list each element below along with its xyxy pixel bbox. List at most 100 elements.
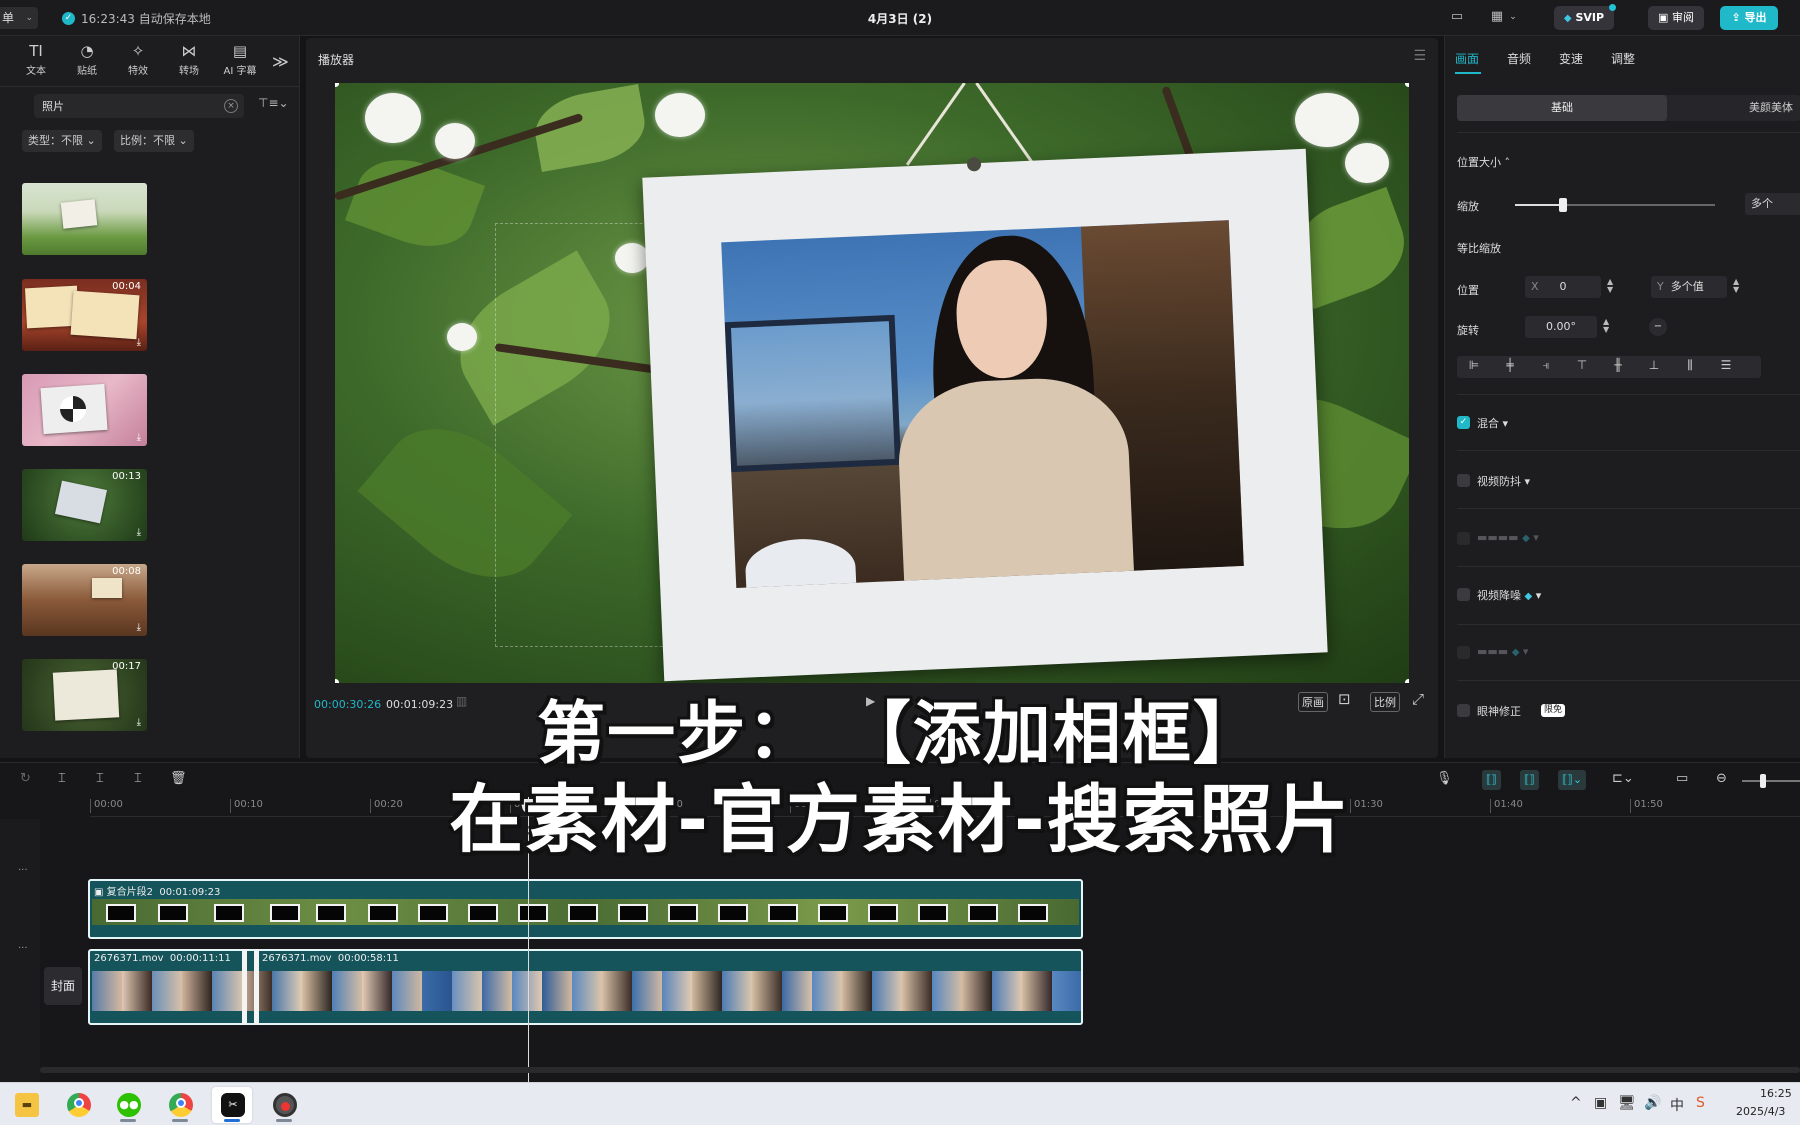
filter-sort-icon[interactable]: ⊤≡⌄ — [258, 96, 289, 110]
clock-date[interactable]: 2025/4/3 — [1736, 1105, 1785, 1118]
slider-handle[interactable] — [1559, 198, 1567, 212]
align-right-icon[interactable]: ⫣ — [1535, 358, 1557, 373]
resize-handle[interactable] — [335, 83, 339, 87]
rotate-dial-icon[interactable]: − — [1649, 318, 1667, 336]
original-quality-button[interactable]: 原画 — [1298, 692, 1328, 712]
trim-right-icon[interactable]: ⌶ — [134, 771, 142, 786]
rotate-value-field[interactable]: 0.00° — [1525, 316, 1597, 338]
video-preview[interactable] — [335, 83, 1409, 683]
microphone-icon[interactable]: 🎙 — [1436, 771, 1453, 786]
stepper-icon[interactable]: ▲ ▼ — [1607, 278, 1613, 294]
zoom-slider-handle[interactable] — [1760, 774, 1766, 788]
menu-icon[interactable]: ☰ — [1413, 48, 1426, 64]
stepper-icon[interactable]: ▲ ▼ — [1603, 318, 1609, 334]
thumbnail-icon[interactable]: ▭ — [1676, 771, 1688, 786]
stabilize-checkbox[interactable] — [1457, 474, 1470, 487]
scale-value-field[interactable]: 多个 — [1745, 193, 1800, 215]
play-icon[interactable]: ▶ — [866, 694, 875, 708]
photo-frame-overlay[interactable] — [642, 148, 1328, 682]
clear-icon[interactable]: × — [224, 99, 238, 113]
denoise-checkbox[interactable] — [1457, 588, 1470, 601]
align-top-icon[interactable]: ⊤ — [1571, 358, 1593, 372]
compound-clip[interactable]: ▣ 复合片段2 00:01:09:23 — [88, 879, 1083, 939]
main-menu-button[interactable]: 单 ⌄ — [0, 7, 38, 29]
screenshot-icon[interactable]: ⊡ — [1338, 690, 1351, 708]
align-center-v-icon[interactable]: ╫ — [1607, 358, 1629, 372]
align-center-h-icon[interactable]: ╪ — [1499, 358, 1521, 372]
type-filter-dropdown[interactable]: 类型：不限 ⌄ — [22, 130, 102, 152]
asset-thumbnail[interactable]: 00:04 ⤓ — [22, 279, 147, 351]
download-icon[interactable]: ⤓ — [137, 717, 141, 728]
svip-button[interactable]: ◆ SVIP — [1554, 4, 1616, 30]
playhead-handle[interactable] — [522, 799, 535, 813]
video-clip-track[interactable]: 2676371.mov 00:00:11:11 2676371.mov 00:0… — [88, 949, 1083, 1025]
wechat-button[interactable]: ●● — [108, 1087, 148, 1123]
auto-snap-icon[interactable]: ⟦⟧ — [1520, 770, 1539, 790]
volume-icon[interactable]: 🔊 — [1644, 1095, 1661, 1111]
resize-handle[interactable] — [1405, 679, 1409, 683]
layout-icon[interactable]: ▦ — [1488, 9, 1506, 25]
file-explorer-button[interactable]: ▬ — [6, 1087, 46, 1123]
horizontal-scrollbar[interactable] — [40, 1067, 1800, 1073]
download-icon[interactable]: ⤓ — [137, 527, 141, 538]
zoom-out-icon[interactable]: ⊖ — [1716, 771, 1727, 786]
stepper-icon[interactable]: ▲ ▼ — [1733, 278, 1739, 294]
download-icon[interactable]: ⤓ — [137, 432, 141, 443]
zoom-slider[interactable] — [1742, 780, 1800, 782]
resize-handle[interactable] — [335, 679, 339, 683]
fullscreen-icon[interactable]: ⤢ — [1412, 690, 1424, 708]
blend-section[interactable]: 混合 ▾ — [1477, 415, 1508, 431]
distribute-v-icon[interactable]: ☰ — [1715, 358, 1737, 372]
sub-tab-basic[interactable]: 基础 — [1457, 95, 1667, 121]
stabilize-section[interactable]: 视频防抖 ▾ — [1477, 473, 1530, 489]
search-input[interactable] — [42, 94, 222, 118]
ime-indicator[interactable]: 中 — [1670, 1095, 1684, 1115]
chevron-up-icon[interactable]: ^ — [1570, 1095, 1582, 1111]
tab-video[interactable]: 画面 — [1455, 50, 1479, 67]
track-options-icon[interactable]: ··· — [18, 865, 28, 876]
distribute-h-icon[interactable]: ⫼ — [1679, 358, 1701, 373]
position-x-field[interactable]: X 0 — [1525, 276, 1601, 298]
main-track-magnet-icon[interactable]: ⟦⟧ — [1482, 770, 1501, 790]
tab-adjust[interactable]: 调整 — [1611, 50, 1635, 67]
sogou-input-icon[interactable]: S — [1696, 1095, 1705, 1111]
scale-slider[interactable] — [1515, 198, 1715, 212]
asset-thumbnail[interactable]: ⤓ — [22, 374, 147, 446]
blend-checkbox[interactable]: ✓ — [1457, 416, 1470, 429]
aspect-ratio-button[interactable]: 比例 — [1370, 692, 1400, 712]
cover-button[interactable]: 封面 — [44, 967, 82, 1005]
denoise-section[interactable]: 视频降噪 ◆ ▾ — [1477, 587, 1541, 603]
export-button[interactable]: ⇪ 导出 — [1720, 6, 1778, 30]
align-bottom-icon[interactable]: ⊥ — [1643, 358, 1665, 372]
tab-transition[interactable]: ⋈ 转场 — [167, 40, 211, 84]
review-button[interactable]: ▣ 审阅 — [1648, 6, 1704, 30]
tab-audio[interactable]: 音频 — [1507, 50, 1531, 67]
asset-thumbnail[interactable]: 00:13 ⤓ — [22, 469, 147, 541]
download-icon[interactable]: ⤓ — [137, 337, 141, 348]
position-y-field[interactable]: Y 多个值 — [1651, 276, 1727, 298]
link-icon[interactable]: ⟦⟧⌄ — [1558, 770, 1587, 790]
tab-effects[interactable]: ✧ 特效 — [116, 40, 160, 84]
split-icon[interactable]: ⌶ — [58, 771, 66, 786]
redo-icon[interactable]: ↻ — [20, 771, 31, 786]
sub-tab-beauty[interactable]: 美颜美体 — [1749, 95, 1793, 121]
chrome-button-2[interactable] — [160, 1087, 200, 1123]
trim-left-icon[interactable]: ⌶ — [96, 771, 104, 786]
tab-speed[interactable]: 变速 — [1559, 50, 1583, 67]
asset-thumbnail[interactable] — [22, 183, 147, 255]
ratio-filter-dropdown[interactable]: 比例：不限 ⌄ — [114, 130, 194, 152]
resize-handle[interactable] — [1405, 83, 1409, 87]
waveform-icon[interactable]: ▥ — [456, 694, 467, 708]
download-icon[interactable]: ⤓ — [137, 622, 141, 633]
eye-correction-label[interactable]: 眼神修正 — [1477, 703, 1521, 719]
position-size-section[interactable]: 位置大小 ˄ — [1457, 154, 1510, 170]
tab-sticker[interactable]: ◔ 贴纸 — [65, 40, 109, 84]
shortcut-icon[interactable]: ▭ — [1448, 9, 1466, 25]
network-icon[interactable]: 🖥 — [1618, 1095, 1636, 1111]
layout-chevron-icon[interactable]: ⌄ — [1508, 9, 1518, 25]
capcut-button[interactable]: ✂ — [212, 1087, 252, 1123]
screen-tool-icon[interactable]: ▣ — [1594, 1095, 1607, 1111]
delete-icon[interactable]: 🗑 — [170, 771, 187, 786]
eye-correction-checkbox[interactable] — [1457, 704, 1470, 717]
clock-time[interactable]: 16:25 — [1760, 1087, 1792, 1100]
